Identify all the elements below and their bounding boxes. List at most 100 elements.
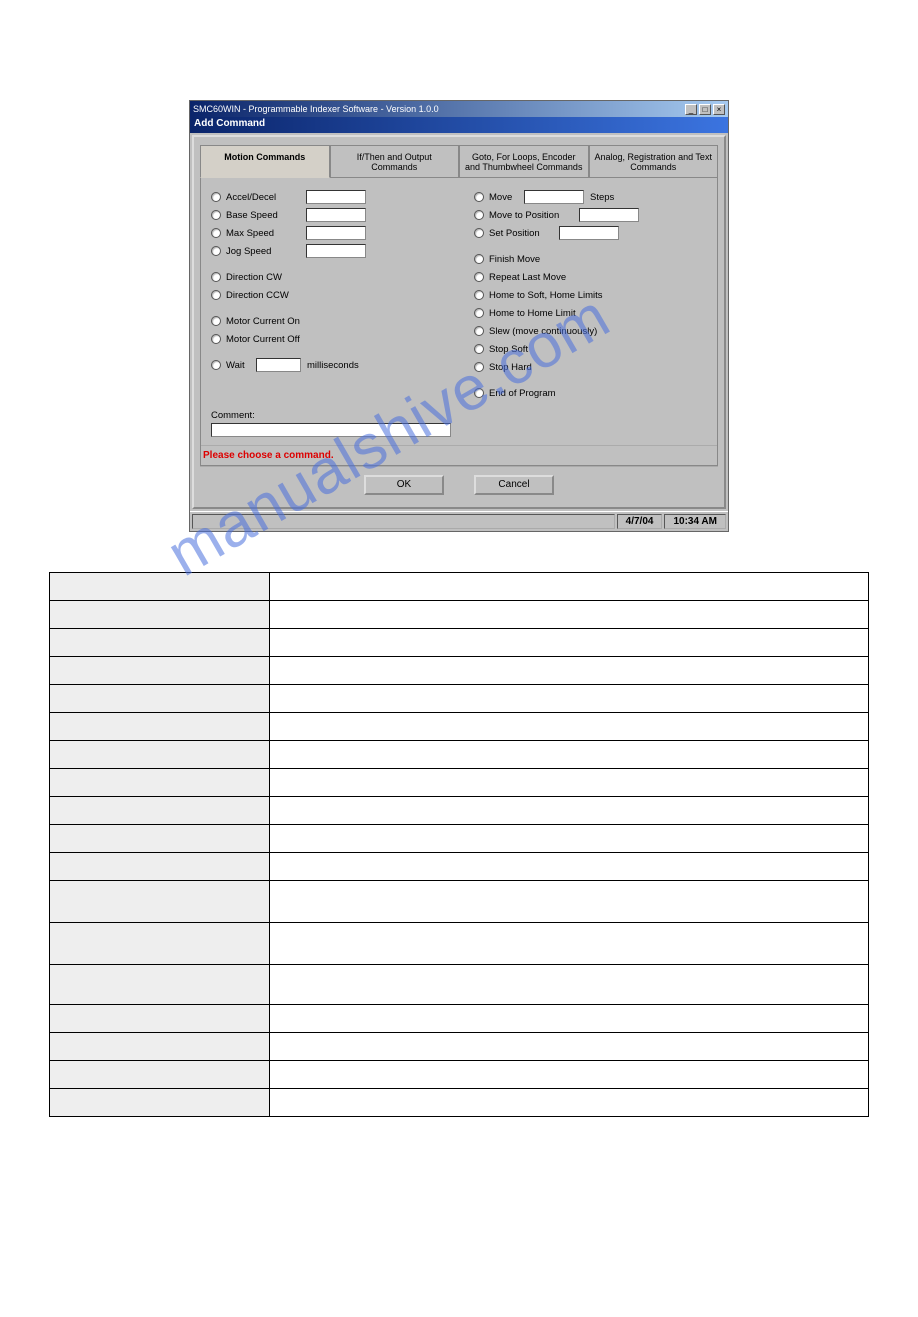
status-time: 10:34 AM (664, 514, 726, 529)
radio-icon (474, 290, 484, 300)
input-move[interactable] (524, 190, 584, 204)
opt-home-home[interactable]: Home to Home Limit (474, 304, 707, 322)
outer-window-title: SMC60WIN - Programmable Indexer Software… (193, 104, 439, 114)
tab-goto-loops[interactable]: Goto, For Loops, Encoder and Thumbwheel … (459, 145, 589, 178)
ok-button[interactable]: OK (364, 475, 444, 495)
label-base: Base Speed (226, 210, 306, 221)
input-accel[interactable] (306, 190, 366, 204)
label-end: End of Program (489, 388, 556, 399)
label-max: Max Speed (226, 228, 306, 239)
table-row (50, 573, 869, 601)
radio-icon (211, 246, 221, 256)
input-movepos[interactable] (579, 208, 639, 222)
radio-icon (474, 228, 484, 238)
table-row (50, 629, 869, 657)
opt-dirccw[interactable]: Direction CCW (211, 286, 444, 304)
dialog-buttons: OK Cancel (200, 466, 718, 501)
close-icon[interactable]: × (713, 104, 725, 115)
input-setpos[interactable] (559, 226, 619, 240)
error-message: Please choose a command. (201, 445, 717, 465)
radio-icon (474, 254, 484, 264)
table-row (50, 825, 869, 853)
table-row (50, 923, 869, 965)
opt-jog[interactable]: Jog Speed (211, 242, 444, 260)
opt-end[interactable]: End of Program (474, 384, 707, 402)
opt-motoroff[interactable]: Motor Current Off (211, 330, 444, 348)
opt-finish[interactable]: Finish Move (474, 250, 707, 268)
opt-slew[interactable]: Slew (move continuously) (474, 322, 707, 340)
opt-repeat[interactable]: Repeat Last Move (474, 268, 707, 286)
label-stopsoft: Stop Soft (489, 344, 528, 355)
label-move-unit: Steps (590, 192, 614, 203)
radio-icon (474, 192, 484, 202)
label-accel: Accel/Decel (226, 192, 306, 203)
label-movepos: Move to Position (489, 210, 579, 221)
radio-icon (474, 210, 484, 220)
dialog-titlebar: Add Command (190, 117, 728, 133)
radio-icon (474, 362, 484, 372)
opt-movepos[interactable]: Move to Position (474, 206, 707, 224)
input-max[interactable] (306, 226, 366, 240)
opt-wait[interactable]: Wait milliseconds (211, 356, 444, 374)
label-finish: Finish Move (489, 254, 540, 265)
table-row (50, 601, 869, 629)
label-dirccw: Direction CCW (226, 290, 289, 301)
radio-icon (211, 210, 221, 220)
input-wait[interactable] (256, 358, 301, 372)
opt-stopsoft[interactable]: Stop Soft (474, 340, 707, 358)
table-row (50, 657, 869, 685)
app-screenshot: SMC60WIN - Programmable Indexer Software… (189, 100, 729, 532)
radio-icon (211, 192, 221, 202)
label-home-soft: Home to Soft, Home Limits (489, 290, 603, 301)
label-dircw: Direction CW (226, 272, 282, 283)
right-column: Move Steps Move to Position (474, 188, 707, 402)
opt-setpos[interactable]: Set Position (474, 224, 707, 242)
left-column: Accel/Decel Base Speed Max Speed (211, 188, 444, 402)
opt-accel[interactable]: Accel/Decel (211, 188, 444, 206)
label-motoron: Motor Current On (226, 316, 300, 327)
label-repeat: Repeat Last Move (489, 272, 566, 283)
radio-icon (211, 316, 221, 326)
opt-stophard[interactable]: Stop Hard (474, 358, 707, 376)
manual-table (49, 572, 869, 1117)
table-row (50, 685, 869, 713)
table-row (50, 797, 869, 825)
opt-max[interactable]: Max Speed (211, 224, 444, 242)
label-wait-unit: milliseconds (307, 360, 359, 371)
table-row (50, 965, 869, 1005)
minimize-icon[interactable]: _ (685, 104, 697, 115)
table-row (50, 853, 869, 881)
radio-icon (474, 326, 484, 336)
opt-move[interactable]: Move Steps (474, 188, 707, 206)
tab-motion-commands[interactable]: Motion Commands (200, 145, 330, 178)
statusbar: 4/7/04 10:34 AM (190, 511, 728, 531)
radio-icon (211, 272, 221, 282)
label-motoroff: Motor Current Off (226, 334, 300, 345)
input-jog[interactable] (306, 244, 366, 258)
radio-icon (474, 308, 484, 318)
status-spacer (192, 514, 615, 529)
opt-dircw[interactable]: Direction CW (211, 268, 444, 286)
dialog-title: Add Command (194, 118, 265, 129)
tab-analog-reg[interactable]: Analog, Registration and Text Commands (589, 145, 719, 178)
tab-ifthen-output[interactable]: If/Then and Output Commands (330, 145, 460, 178)
opt-motoron[interactable]: Motor Current On (211, 312, 444, 330)
status-date: 4/7/04 (617, 514, 663, 529)
opt-home-soft[interactable]: Home to Soft, Home Limits (474, 286, 707, 304)
window-controls: _ □ × (685, 104, 725, 115)
table-row (50, 1061, 869, 1089)
tabpanel-motion: Accel/Decel Base Speed Max Speed (200, 177, 718, 466)
radio-icon (211, 360, 221, 370)
table-row (50, 1033, 869, 1061)
input-base[interactable] (306, 208, 366, 222)
comment-input[interactable] (211, 423, 451, 437)
opt-base[interactable]: Base Speed (211, 206, 444, 224)
outer-window: SMC60WIN - Programmable Indexer Software… (189, 100, 729, 532)
table-row (50, 1005, 869, 1033)
label-slew: Slew (move continuously) (489, 326, 597, 337)
table-row (50, 769, 869, 797)
cancel-button[interactable]: Cancel (474, 475, 554, 495)
table-row (50, 881, 869, 923)
maximize-icon[interactable]: □ (699, 104, 711, 115)
radio-icon (211, 290, 221, 300)
